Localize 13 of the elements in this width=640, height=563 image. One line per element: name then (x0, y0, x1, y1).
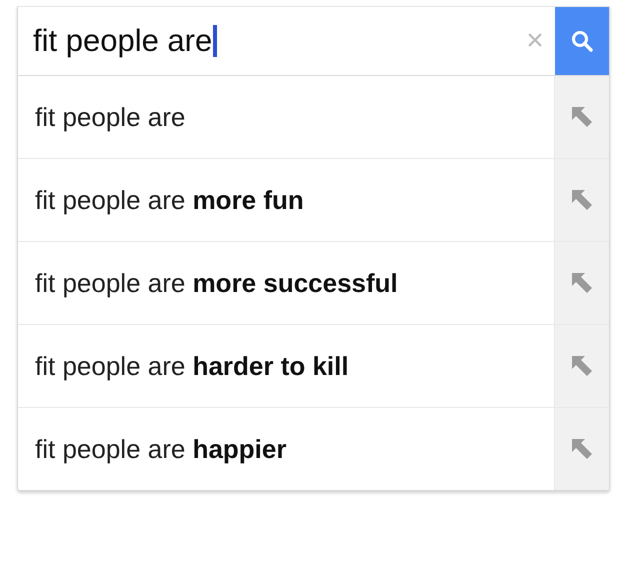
arrow-icon[interactable] (570, 437, 594, 461)
search-icon (571, 30, 593, 52)
suggestion-item[interactable]: fit people are more successful (35, 268, 398, 298)
arrow-icon[interactable] (570, 354, 594, 378)
arrow-icon[interactable] (570, 188, 594, 212)
suggestion-item[interactable]: fit people are happier (35, 434, 286, 464)
search-field[interactable]: fit people are (18, 7, 515, 75)
suggestion-item[interactable]: fit people are more fun (35, 184, 304, 216)
search-button[interactable] (555, 7, 609, 75)
arrow-icon[interactable] (570, 271, 594, 295)
suggestion-item[interactable]: fit people are harder to kill (35, 350, 349, 382)
arrow-icon[interactable] (570, 105, 594, 129)
suggestion-item[interactable]: fit people are (35, 102, 186, 132)
